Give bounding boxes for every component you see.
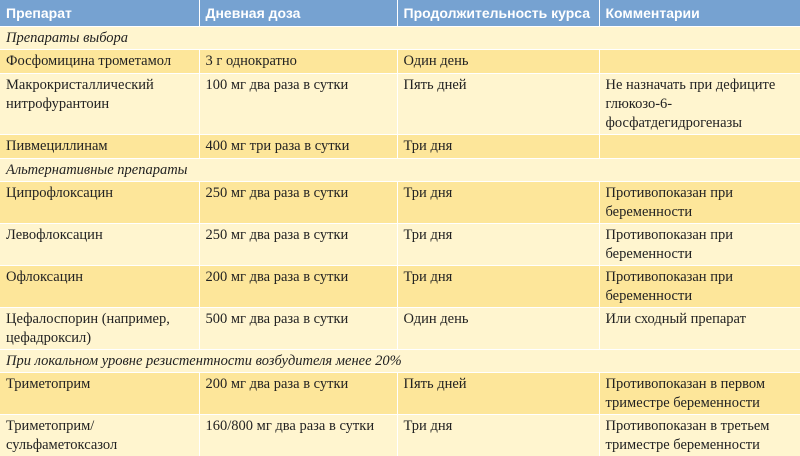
cell-duration: Три дня (397, 266, 599, 308)
section-title: При локальном уровне резистентности возб… (0, 350, 800, 373)
section-title: Препараты выбора (0, 27, 800, 50)
cell-dose: 250 мг два раза в сутки (199, 182, 397, 224)
cell-duration: Пять дней (397, 74, 599, 135)
table-row: Офлоксацин 200 мг два раза в сутки Три д… (0, 266, 800, 308)
cell-dose: 400 мг три раза в сутки (199, 135, 397, 159)
cell-comment: Не назначать при дефиците глюкозо-6-фосф… (599, 74, 800, 135)
cell-duration: Три дня (397, 415, 599, 456)
header-daily-dose: Дневная доза (199, 0, 397, 27)
cell-drug: Цефалоспорин (например, цефадроксил) (0, 308, 199, 350)
section-row: При локальном уровне резистентности возб… (0, 350, 800, 373)
cell-comment (599, 135, 800, 159)
section-title: Альтернативные препараты (0, 159, 800, 182)
header-course-duration: Продолжительность курса (397, 0, 599, 27)
cell-drug: Офлоксацин (0, 266, 199, 308)
cell-dose: 250 мг два раза в сутки (199, 224, 397, 266)
table-row: Пивмециллинам 400 мг три раза в сутки Тр… (0, 135, 800, 159)
table-row: Триметоприм/ сульфаметоксазол 160/800 мг… (0, 415, 800, 456)
section-row: Альтернативные препараты (0, 159, 800, 182)
table-row: Цефалоспорин (например, цефадроксил) 500… (0, 308, 800, 350)
table-row: Триметоприм 200 мг два раза в сутки Пять… (0, 373, 800, 415)
cell-comment: Противопоказан в первом триместре береме… (599, 373, 800, 415)
cell-dose: 200 мг два раза в сутки (199, 373, 397, 415)
cell-drug: Левофлоксацин (0, 224, 199, 266)
header-drug: Препарат (0, 0, 199, 27)
cell-drug: Триметоприм (0, 373, 199, 415)
antibiotic-table: Препарат Дневная доза Продолжительность … (0, 0, 800, 456)
cell-dose: 3 г однократно (199, 50, 397, 74)
cell-drug: Пивмециллинам (0, 135, 199, 159)
cell-duration: Один день (397, 308, 599, 350)
cell-drug: Триметоприм/ сульфаметоксазол (0, 415, 199, 456)
cell-comment: Противопоказан при беременности (599, 224, 800, 266)
table-row: Левофлоксацин 250 мг два раза в сутки Тр… (0, 224, 800, 266)
cell-dose: 100 мг два раза в сутки (199, 74, 397, 135)
cell-drug: Фосфомицина трометамол (0, 50, 199, 74)
cell-dose: 160/800 мг два раза в сутки (199, 415, 397, 456)
table-header-row: Препарат Дневная доза Продолжительность … (0, 0, 800, 27)
cell-comment: Противопоказан в третьем триместре берем… (599, 415, 800, 456)
table-row: Фосфомицина трометамол 3 г однократно Од… (0, 50, 800, 74)
cell-comment: Противопоказан при беременности (599, 182, 800, 224)
header-comments: Комментарии (599, 0, 800, 27)
cell-drug: Макрокристаллический нитрофурантоин (0, 74, 199, 135)
cell-drug: Ципрофлоксацин (0, 182, 199, 224)
cell-duration: Пять дней (397, 373, 599, 415)
cell-duration: Три дня (397, 135, 599, 159)
table-row: Макрокристаллический нитрофурантоин 100 … (0, 74, 800, 135)
table-row: Ципрофлоксацин 250 мг два раза в сутки Т… (0, 182, 800, 224)
cell-dose: 200 мг два раза в сутки (199, 266, 397, 308)
cell-dose: 500 мг два раза в сутки (199, 308, 397, 350)
cell-comment (599, 50, 800, 74)
cell-duration: Три дня (397, 224, 599, 266)
cell-comment: Или сходный препарат (599, 308, 800, 350)
cell-comment: Противопоказан при беременности (599, 266, 800, 308)
section-row: Препараты выбора (0, 27, 800, 50)
cell-duration: Один день (397, 50, 599, 74)
cell-duration: Три дня (397, 182, 599, 224)
